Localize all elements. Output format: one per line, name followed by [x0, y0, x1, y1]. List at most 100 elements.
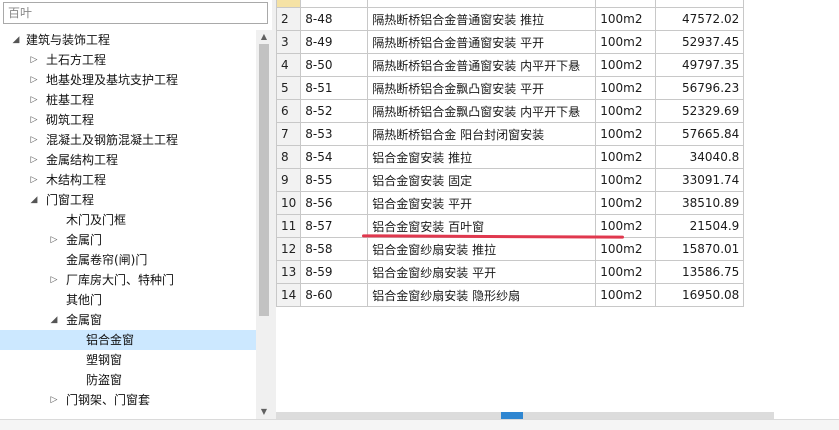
quota-code-cell[interactable]: 8-49: [300, 30, 369, 54]
row-index-cell[interactable]: 3: [275, 30, 302, 54]
collapsed-triangle-icon[interactable]: ▷: [28, 50, 40, 70]
row-index-cell[interactable]: 10: [275, 191, 302, 215]
collapsed-triangle-icon[interactable]: ▷: [48, 390, 60, 410]
quota-price-cell[interactable]: 47572.02: [655, 7, 745, 31]
quota-code-cell[interactable]: 8-50: [300, 53, 369, 77]
expanded-triangle-icon[interactable]: ◢: [28, 190, 40, 210]
tree-node[interactable]: 金属卷帘(闸)门: [0, 250, 256, 270]
tree-node[interactable]: 木门及门框: [0, 210, 256, 230]
quota-name-cell[interactable]: 隔热断桥铝合金普通窗安装 平开: [367, 30, 597, 54]
quota-unit-cell[interactable]: 100m2: [595, 30, 657, 54]
table-row[interactable]: 6 8-52 隔热断桥铝合金飘凸窗安装 内平开下悬 100m2 52329.69: [275, 99, 745, 123]
quota-price-cell[interactable]: 52329.69: [655, 99, 745, 123]
tree-node[interactable]: 其他门: [0, 290, 256, 310]
expanded-triangle-icon[interactable]: ◢: [10, 30, 22, 50]
collapsed-triangle-icon[interactable]: ▷: [48, 230, 60, 250]
quota-unit-cell[interactable]: 100m2: [595, 168, 657, 192]
table-row[interactable]: 7 8-53 隔热断桥铝合金 阳台封闭窗安装 100m2 57665.84: [275, 122, 745, 146]
tree-node[interactable]: ▷ 土石方工程: [0, 50, 256, 70]
quota-unit-cell[interactable]: 100m2: [595, 99, 657, 123]
search-input[interactable]: [3, 2, 268, 24]
tree-node[interactable]: ◢ 门窗工程: [0, 190, 256, 210]
grid-horizontal-scrollbar[interactable]: [276, 412, 774, 419]
quota-price-cell[interactable]: 34040.8: [655, 145, 745, 169]
quota-name-cell[interactable]: [367, 0, 597, 8]
table-row[interactable]: 12 8-58 铝合金窗纱扇安装 推拉 100m2 15870.01: [275, 237, 745, 261]
quota-unit-cell[interactable]: 100m2: [595, 53, 657, 77]
row-index-cell[interactable]: 11: [275, 214, 302, 238]
quota-unit-cell[interactable]: 100m2: [595, 237, 657, 261]
quota-code-cell[interactable]: 8-58: [300, 237, 369, 261]
quota-unit-cell[interactable]: [595, 0, 657, 8]
quota-name-cell[interactable]: 铝合金窗安装 固定: [367, 168, 597, 192]
table-row[interactable]: 5 8-51 隔热断桥铝合金飘凸窗安装 平开 100m2 56796.23: [275, 76, 745, 100]
quota-code-cell[interactable]: 8-57: [300, 214, 369, 238]
tree-node[interactable]: ▷ 厂库房大门、特种门: [0, 270, 256, 290]
tree-node[interactable]: ▷ 地基处理及基坑支护工程: [0, 70, 256, 90]
quota-code-cell[interactable]: 8-56: [300, 191, 369, 215]
tree-node[interactable]: ◢ 金属窗: [0, 310, 256, 330]
tree-node[interactable]: ▷ 混凝土及钢筋混凝土工程: [0, 130, 256, 150]
expanded-triangle-icon[interactable]: ◢: [48, 310, 60, 330]
quota-name-cell[interactable]: 铝合金窗安装 推拉: [367, 145, 597, 169]
tree-node[interactable]: 塑钢窗: [0, 350, 256, 370]
tree-node[interactable]: ▷ 金属门: [0, 230, 256, 250]
table-row[interactable]: 14 8-60 铝合金窗纱扇安装 隐形纱扇 100m2 16950.08: [275, 283, 745, 307]
row-index-cell[interactable]: 6: [275, 99, 302, 123]
quota-unit-cell[interactable]: 100m2: [595, 260, 657, 284]
collapsed-triangle-icon[interactable]: ▷: [28, 170, 40, 190]
tree-node[interactable]: ◢ 建筑与装饰工程: [0, 30, 256, 50]
quota-code-cell[interactable]: 8-55: [300, 168, 369, 192]
scroll-down-arrow-icon[interactable]: ▼: [256, 405, 272, 419]
row-index-cell[interactable]: 5: [275, 76, 302, 100]
row-index-cell[interactable]: 13: [275, 260, 302, 284]
quota-price-cell[interactable]: 56796.23: [655, 76, 745, 100]
table-row[interactable]: 11 8-57 铝合金窗安装 百叶窗 100m2 21504.9: [275, 214, 745, 238]
collapsed-triangle-icon[interactable]: ▷: [28, 150, 40, 170]
quota-code-cell[interactable]: 8-54: [300, 145, 369, 169]
quota-unit-cell[interactable]: 100m2: [595, 145, 657, 169]
quota-price-cell[interactable]: 16950.08: [655, 283, 745, 307]
tree-scroll-thumb[interactable]: [259, 44, 269, 316]
quota-name-cell[interactable]: 铝合金窗纱扇安装 平开: [367, 260, 597, 284]
quota-unit-cell[interactable]: 100m2: [595, 214, 657, 238]
collapsed-triangle-icon[interactable]: ▷: [28, 130, 40, 150]
table-row[interactable]: 3 8-49 隔热断桥铝合金普通窗安装 平开 100m2 52937.45: [275, 30, 745, 54]
scroll-up-arrow-icon[interactable]: ▲: [256, 30, 272, 44]
quota-price-cell[interactable]: 49797.35: [655, 53, 745, 77]
quota-name-cell[interactable]: 隔热断桥铝合金飘凸窗安装 内平开下悬: [367, 99, 597, 123]
quota-unit-cell[interactable]: 100m2: [595, 283, 657, 307]
quota-price-cell[interactable]: 33091.74: [655, 168, 745, 192]
quota-code-cell[interactable]: 8-53: [300, 122, 369, 146]
quota-price-cell[interactable]: 13586.75: [655, 260, 745, 284]
table-row[interactable]: 1: [275, 0, 745, 8]
quota-code-cell[interactable]: 8-60: [300, 283, 369, 307]
quota-price-cell[interactable]: 21504.9: [655, 214, 745, 238]
tree-node[interactable]: ▷ 金属结构工程: [0, 150, 256, 170]
tree-scrollbar[interactable]: ▲ ▼: [256, 30, 272, 419]
table-row[interactable]: 4 8-50 隔热断桥铝合金普通窗安装 内平开下悬 100m2 49797.35: [275, 53, 745, 77]
quota-name-cell[interactable]: 铝合金窗纱扇安装 推拉: [367, 237, 597, 261]
quota-unit-cell[interactable]: 100m2: [595, 122, 657, 146]
quota-code-cell[interactable]: 8-48: [300, 7, 369, 31]
quota-name-cell[interactable]: 铝合金窗纱扇安装 隐形纱扇: [367, 283, 597, 307]
collapsed-triangle-icon[interactable]: ▷: [48, 270, 60, 290]
quota-code-cell[interactable]: 8-59: [300, 260, 369, 284]
quota-name-cell[interactable]: 隔热断桥铝合金普通窗安装 推拉: [367, 7, 597, 31]
quota-name-cell[interactable]: 隔热断桥铝合金普通窗安装 内平开下悬: [367, 53, 597, 77]
row-index-cell[interactable]: 7: [275, 122, 302, 146]
row-index-cell[interactable]: 9: [275, 168, 302, 192]
tree-node[interactable]: ▷ 桩基工程: [0, 90, 256, 110]
tree-node[interactable]: ▷ 门钢架、门窗套: [0, 390, 256, 410]
quota-code-cell[interactable]: [300, 0, 369, 8]
horizontal-scroll-grip[interactable]: [501, 412, 523, 419]
row-index-cell[interactable]: 4: [275, 53, 302, 77]
table-row[interactable]: 2 8-48 隔热断桥铝合金普通窗安装 推拉 100m2 47572.02: [275, 7, 745, 31]
quota-price-cell[interactable]: 15870.01: [655, 237, 745, 261]
collapsed-triangle-icon[interactable]: ▷: [28, 70, 40, 90]
quota-unit-cell[interactable]: 100m2: [595, 7, 657, 31]
table-row[interactable]: 8 8-54 铝合金窗安装 推拉 100m2 34040.8: [275, 145, 745, 169]
table-row[interactable]: 10 8-56 铝合金窗安装 平开 100m2 38510.89: [275, 191, 745, 215]
table-row[interactable]: 13 8-59 铝合金窗纱扇安装 平开 100m2 13586.75: [275, 260, 745, 284]
collapsed-triangle-icon[interactable]: ▷: [28, 110, 40, 130]
